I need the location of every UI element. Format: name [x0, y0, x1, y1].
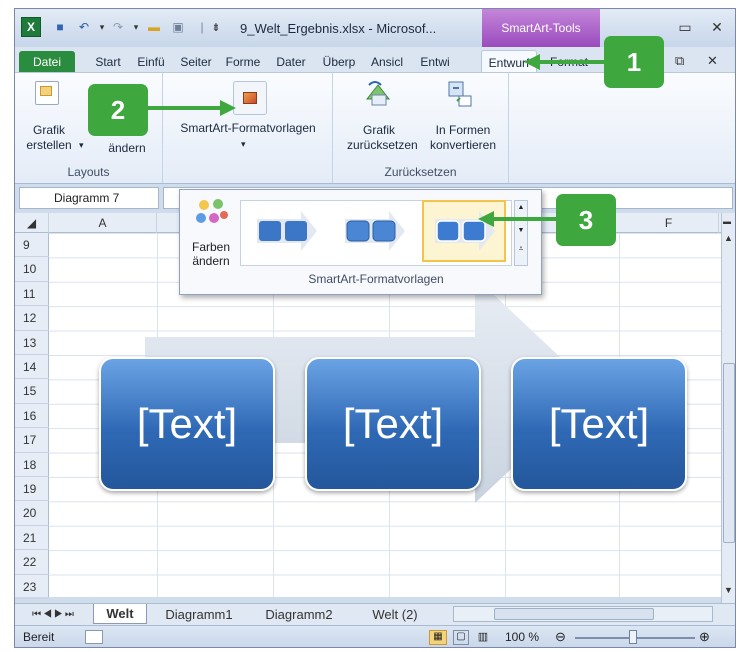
smartart-box-3[interactable]: [Text] — [511, 357, 687, 491]
tab-entwicklertools[interactable]: Entwi — [413, 51, 457, 73]
quick-styles-icon[interactable] — [233, 81, 267, 115]
normal-view-icon[interactable]: ▦ — [429, 630, 447, 645]
row-header[interactable]: 16 — [15, 404, 49, 429]
row-header[interactable]: 12 — [15, 306, 49, 331]
zoom-slider-thumb[interactable] — [629, 630, 637, 644]
formatvorlagen-dropdown-icon[interactable]: ▾ — [241, 137, 246, 152]
convert-to-shapes-icon — [445, 79, 475, 109]
callout-arrow-3 — [478, 211, 558, 227]
excel-app-icon[interactable]: X — [21, 17, 41, 37]
color-palette-icon — [196, 199, 228, 223]
tab-daten[interactable]: Dater — [269, 51, 313, 73]
row-header[interactable]: 17 — [15, 428, 49, 453]
scroll-down-icon[interactable]: ▼ — [724, 585, 733, 595]
undo-icon[interactable]: ↶ — [75, 18, 93, 36]
customize-qat-icon[interactable]: ⇟ — [207, 18, 225, 36]
macro-record-icon[interactable] — [85, 630, 103, 644]
row-header[interactable]: 22 — [15, 550, 49, 575]
page-layout-view-icon[interactable]: ▢ — [453, 630, 469, 645]
style-thumbnail-1[interactable] — [244, 200, 328, 262]
smartart-tools-context-group: SmartArt-Tools — [482, 9, 600, 47]
redo-icon[interactable]: ↷ — [109, 18, 127, 36]
sheet-tab-welt[interactable]: Welt — [93, 604, 147, 624]
zoom-out-icon[interactable]: ⊖ — [555, 629, 566, 645]
scroll-thumb[interactable] — [723, 363, 735, 543]
save-icon[interactable]: ■ — [51, 18, 69, 36]
callout-3: 3 — [556, 194, 616, 246]
page-break-view-icon[interactable]: ▥ — [475, 630, 491, 645]
sheet-nav-icon[interactable]: ⏮◀▶⏭ — [19, 604, 89, 624]
split-handle-icon[interactable]: ▬ — [723, 217, 734, 226]
sheet-tab-diagramm2[interactable]: Diagramm2 — [251, 604, 347, 624]
callout-1: 1 — [604, 36, 664, 88]
vertical-scrollbar[interactable]: ▬ ▲ ▼ — [721, 213, 735, 603]
open-folder-icon[interactable]: ▬ — [145, 18, 163, 36]
smartart-formatvorlagen-button[interactable]: SmartArt-Formatvorlagen — [163, 121, 333, 136]
zoom-level[interactable]: 100 % — [505, 630, 539, 644]
row-header[interactable]: 15 — [15, 379, 49, 404]
row-header[interactable]: 19 — [15, 477, 49, 502]
callout-2: 2 — [88, 84, 148, 136]
row-header[interactable]: 10 — [15, 257, 49, 282]
callout-arrow-1 — [524, 54, 608, 70]
grafik-zuruecksetzen-button[interactable]: Grafik zurücksetzen — [347, 123, 418, 153]
row-header[interactable]: 18 — [15, 453, 49, 477]
tab-seitenlayout[interactable]: Seiter — [175, 51, 217, 73]
sheet-tab-diagramm1[interactable]: Diagramm1 — [155, 604, 243, 624]
sheet-tab-welt-2[interactable]: Welt (2) — [355, 604, 435, 624]
row-header[interactable]: 23 — [15, 575, 49, 599]
grafik-erstellen-dropdown-icon[interactable]: ▾ — [79, 138, 84, 153]
tab-datei[interactable]: Datei — [19, 51, 75, 73]
print-icon[interactable]: ▣ — [169, 18, 187, 36]
row-header[interactable]: 14 — [15, 355, 49, 380]
column-header-f[interactable]: F — [619, 213, 719, 233]
tab-einfuegen[interactable]: Einfü — [131, 51, 171, 73]
smartart-box-2[interactable]: [Text] — [305, 357, 481, 491]
style-thumbnail-2[interactable] — [332, 200, 416, 262]
select-all-corner[interactable]: ◢ — [15, 213, 49, 233]
smartart-box-1[interactable]: [Text] — [99, 357, 275, 491]
zuruecksetzen-group-label: Zurücksetzen — [384, 165, 457, 179]
smartart-styles-gallery-popup: Farben ändern ▲ ▼ ⩡ SmartArt-Formatvorla… — [179, 189, 542, 295]
scroll-up-icon[interactable]: ▲ — [724, 233, 733, 243]
layouts-aendern-button[interactable]: ändern — [95, 141, 159, 156]
tab-ueberpruefen[interactable]: Überp — [317, 51, 361, 73]
reset-graphic-icon — [363, 79, 393, 109]
group-smartart-formatvorlagen: SmartArt-Formatvorlagen ▾ — [163, 73, 333, 183]
row-header[interactable]: 9 — [15, 233, 49, 258]
restore-icon[interactable]: ▭ — [675, 19, 695, 35]
status-ready: Bereit — [23, 630, 55, 644]
tab-start[interactable]: Start — [89, 51, 127, 73]
farben-aendern-button[interactable]: Farben ändern — [186, 240, 236, 268]
window-title: 9_Welt_Ergebnis.xlsx - Microsof... — [240, 21, 437, 36]
row-header[interactable]: 11 — [15, 282, 49, 307]
gallery-group-label: SmartArt-Formatvorlagen — [308, 272, 444, 286]
row-header[interactable]: 13 — [15, 331, 49, 355]
redo-dropdown-icon[interactable]: ▾ — [127, 18, 145, 36]
tab-formeln[interactable]: Forme — [221, 51, 265, 73]
create-graphic-icon — [35, 81, 59, 105]
group-zuruecksetzen: Grafik zurücksetzen In Formen konvertier… — [333, 73, 509, 183]
layouts-group-label: Layouts — [67, 165, 110, 179]
row-header[interactable]: 21 — [15, 526, 49, 551]
horizontal-scrollbar[interactable] — [453, 606, 713, 622]
name-box[interactable]: Diagramm 7 — [19, 187, 159, 209]
grafik-erstellen-button[interactable]: Grafik erstellen — [17, 123, 81, 153]
tab-ansicht[interactable]: Ansicl — [365, 51, 409, 73]
callout-arrow-2 — [148, 100, 236, 116]
status-bar: Bereit ▦ ▢ ▥ 100 % ⊖ ⊕ — [15, 625, 735, 647]
close-workbook-icon[interactable]: ✕ — [707, 53, 718, 69]
column-header-a[interactable]: A — [49, 213, 157, 233]
sheet-tab-bar: ⏮◀▶⏭ Welt Diagramm1 Diagramm2 Welt (2) — [15, 603, 735, 625]
row-headers: 9 10 11 12 13 14 15 16 17 18 19 20 21 22… — [15, 233, 49, 599]
row-header[interactable]: 20 — [15, 501, 49, 526]
in-formen-konvertieren-button[interactable]: In Formen konvertieren — [423, 123, 503, 153]
minimize-ribbon-icon[interactable]: ⧉ — [675, 53, 684, 69]
zoom-in-icon[interactable]: ⊕ — [699, 629, 710, 645]
close-icon[interactable]: ✕ — [707, 19, 727, 35]
